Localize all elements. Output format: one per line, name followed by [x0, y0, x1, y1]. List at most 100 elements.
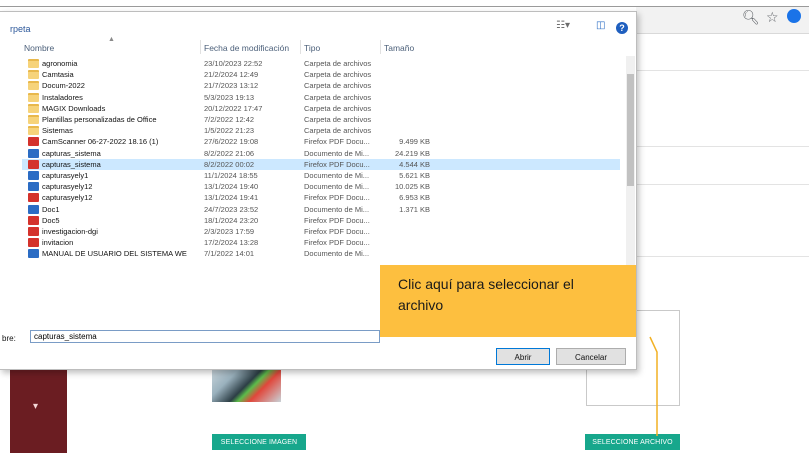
file-row[interactable]: invitacion 17/2/2024 13:28 Firefox PDF Doc…: [22, 237, 620, 248]
file-name: Docum-2022: [42, 81, 85, 91]
column-divider[interactable]: [200, 40, 201, 54]
folder-icon: [28, 103, 39, 113]
file-row[interactable]: Camtasia 21/2/2024 12:49 Carpeta de archiv…: [22, 69, 620, 80]
file-size: 1.371 KB: [399, 204, 430, 214]
file-type: Carpeta de archivos: [304, 103, 372, 113]
file-type: Documento de Mi...: [304, 148, 370, 158]
open-button[interactable]: Abrir: [496, 348, 550, 365]
page-divider: [636, 70, 809, 71]
file-row[interactable]: Docum-2022 21/7/2023 13:12 Carpeta de arch…: [22, 80, 620, 91]
cancel-button[interactable]: Cancelar: [556, 348, 626, 365]
scrollbar-thumb[interactable]: [627, 74, 634, 186]
file-row[interactable]: Instaladores 5/3/2023 19:13 Carpeta de arc…: [22, 92, 620, 103]
column-header-date[interactable]: Fecha de modificación: [204, 43, 289, 53]
file-date: 23/10/2023 22:52: [204, 59, 263, 68]
column-divider[interactable]: [300, 40, 301, 54]
file-date: 18/1/2024 23:20: [204, 215, 259, 225]
word-file-icon: [28, 171, 39, 180]
file-date: 21/7/2023 13:12: [204, 81, 259, 91]
file-row[interactable]: capturas_sistema 8/2/2022 00:02 Firefox PD…: [22, 158, 620, 170]
file-date: 24/7/2023 23:52: [204, 204, 259, 214]
file-type: Carpeta de archivos: [304, 59, 372, 68]
file-row[interactable]: MAGIX Downloads 20/12/2022 17:47 Carpeta d…: [22, 103, 620, 114]
file-date: 13/1/2024 19:40: [204, 182, 259, 192]
file-date: 17/2/2024 13:28: [204, 238, 259, 248]
dialog-location: rpeta: [10, 24, 31, 34]
sidebar-panel: ▾: [10, 363, 67, 453]
pdf-file-icon: [28, 159, 39, 169]
file-date: 7/1/2022 14:01: [204, 249, 255, 259]
file-type: Carpeta de archivos: [304, 126, 372, 136]
folder-icon: [28, 115, 39, 124]
file-type: Firefox PDF Docu...: [304, 215, 370, 225]
zoom-icon[interactable]: 🔍︎: [742, 10, 760, 26]
chevron-down-icon[interactable]: ▾: [33, 401, 38, 412]
view-options-icon[interactable]: ☷▾: [556, 20, 570, 31]
file-name: CamScanner 06-27-2022 18.16 (1): [42, 137, 159, 147]
file-row[interactable]: capturasyely1 11/1/2024 18:55 Documento de…: [22, 170, 620, 181]
file-type: Firefox PDF Docu...: [304, 193, 370, 203]
file-row[interactable]: Doc1 24/7/2023 23:52 Documento de Mi... 1.3…: [22, 204, 620, 215]
filename-input[interactable]: [30, 330, 380, 343]
file-type: Carpeta de archivos: [304, 115, 372, 124]
file-row[interactable]: Sistemas 1/5/2022 21:23 Carpeta de archivo…: [22, 125, 620, 136]
bookmark-star-icon[interactable]: ☆: [766, 10, 779, 26]
file-name: Plantillas personalizadas de Office: [42, 115, 157, 124]
file-type: Carpeta de archivos: [304, 92, 372, 102]
file-size: 6.953 KB: [399, 193, 430, 203]
file-name: MAGIX Downloads: [42, 103, 106, 113]
column-header-name[interactable]: Nombre: [24, 43, 54, 53]
file-date: 20/12/2022 17:47: [204, 103, 263, 113]
pdf-file-icon: [28, 137, 39, 147]
folder-icon: [28, 81, 39, 91]
file-size: 24.219 KB: [394, 148, 430, 158]
file-name: capturasyely12: [42, 182, 93, 192]
file-row[interactable]: MANUAL DE USUARIO DEL SISTEMA WE 7/1/2022…: [22, 248, 620, 259]
file-date: 8/2/2022 00:02: [204, 159, 255, 169]
sort-ascending-icon: ▲: [108, 36, 115, 43]
help-icon[interactable]: ?: [616, 22, 628, 34]
file-type: Documento de Mi...: [304, 249, 370, 259]
column-header-size[interactable]: Tamaño: [384, 43, 414, 53]
file-row[interactable]: capturasyely12 13/1/2024 19:41 Firefox PDF…: [22, 192, 620, 203]
file-name: capturasyely12: [42, 193, 93, 203]
file-row[interactable]: CamScanner 06-27-2022 18.16 (1) 27/6/2022…: [22, 136, 620, 147]
folder-icon: [28, 70, 39, 80]
profile-avatar[interactable]: [787, 9, 801, 23]
page-divider: [636, 146, 809, 147]
file-name: investigacion-dgi: [42, 227, 98, 236]
file-row[interactable]: capturas_sistema 8/2/2022 21:06 Documento …: [22, 148, 620, 159]
file-size: 9.499 KB: [399, 137, 430, 147]
file-type: Firefox PDF Docu...: [304, 137, 370, 147]
word-file-icon: [28, 182, 39, 192]
word-file-icon: [28, 204, 39, 214]
file-name: capturasyely1: [42, 171, 89, 180]
file-name: agronomia: [42, 59, 78, 68]
file-date: 21/2/2024 12:49: [204, 70, 259, 80]
file-name: Doc5: [42, 215, 60, 225]
folder-icon: [28, 92, 39, 102]
folder-icon: [28, 59, 39, 68]
file-date: 27/6/2022 19:08: [204, 137, 259, 147]
file-row[interactable]: Doc5 18/1/2024 23:20 Firefox PDF Docu...: [22, 215, 620, 226]
file-name: capturas_sistema: [42, 159, 101, 169]
file-name: Camtasia: [42, 70, 74, 80]
file-date: 1/5/2022 21:23: [204, 126, 255, 136]
column-divider[interactable]: [380, 40, 381, 54]
file-type: Documento de Mi...: [304, 182, 370, 192]
file-type: Carpeta de archivos: [304, 70, 372, 80]
file-row[interactable]: capturasyely12 13/1/2024 19:40 Documento d…: [22, 181, 620, 192]
file-row[interactable]: Plantillas personalizadas de Office 7/2/2…: [22, 114, 620, 125]
column-header-type[interactable]: Tipo: [304, 43, 320, 53]
file-date: 7/2/2022 12:42: [204, 115, 255, 124]
file-row[interactable]: investigacion-dgi 2/3/2023 17:59 Firefox P…: [22, 226, 620, 237]
pdf-file-icon: [28, 238, 39, 248]
folder-icon: [28, 126, 39, 136]
select-file-button[interactable]: SELECCIONE ARCHIVO: [585, 434, 680, 450]
select-image-button[interactable]: SELECCIONE IMAGEN: [212, 434, 306, 450]
file-row[interactable]: agronomia 23/10/2023 22:52 Carpeta de arch…: [22, 58, 620, 69]
preview-pane-icon[interactable]: ◫: [596, 20, 605, 31]
pdf-file-icon: [28, 227, 39, 236]
filename-label: bre:: [2, 334, 16, 343]
file-date: 13/1/2024 19:41: [204, 193, 259, 203]
